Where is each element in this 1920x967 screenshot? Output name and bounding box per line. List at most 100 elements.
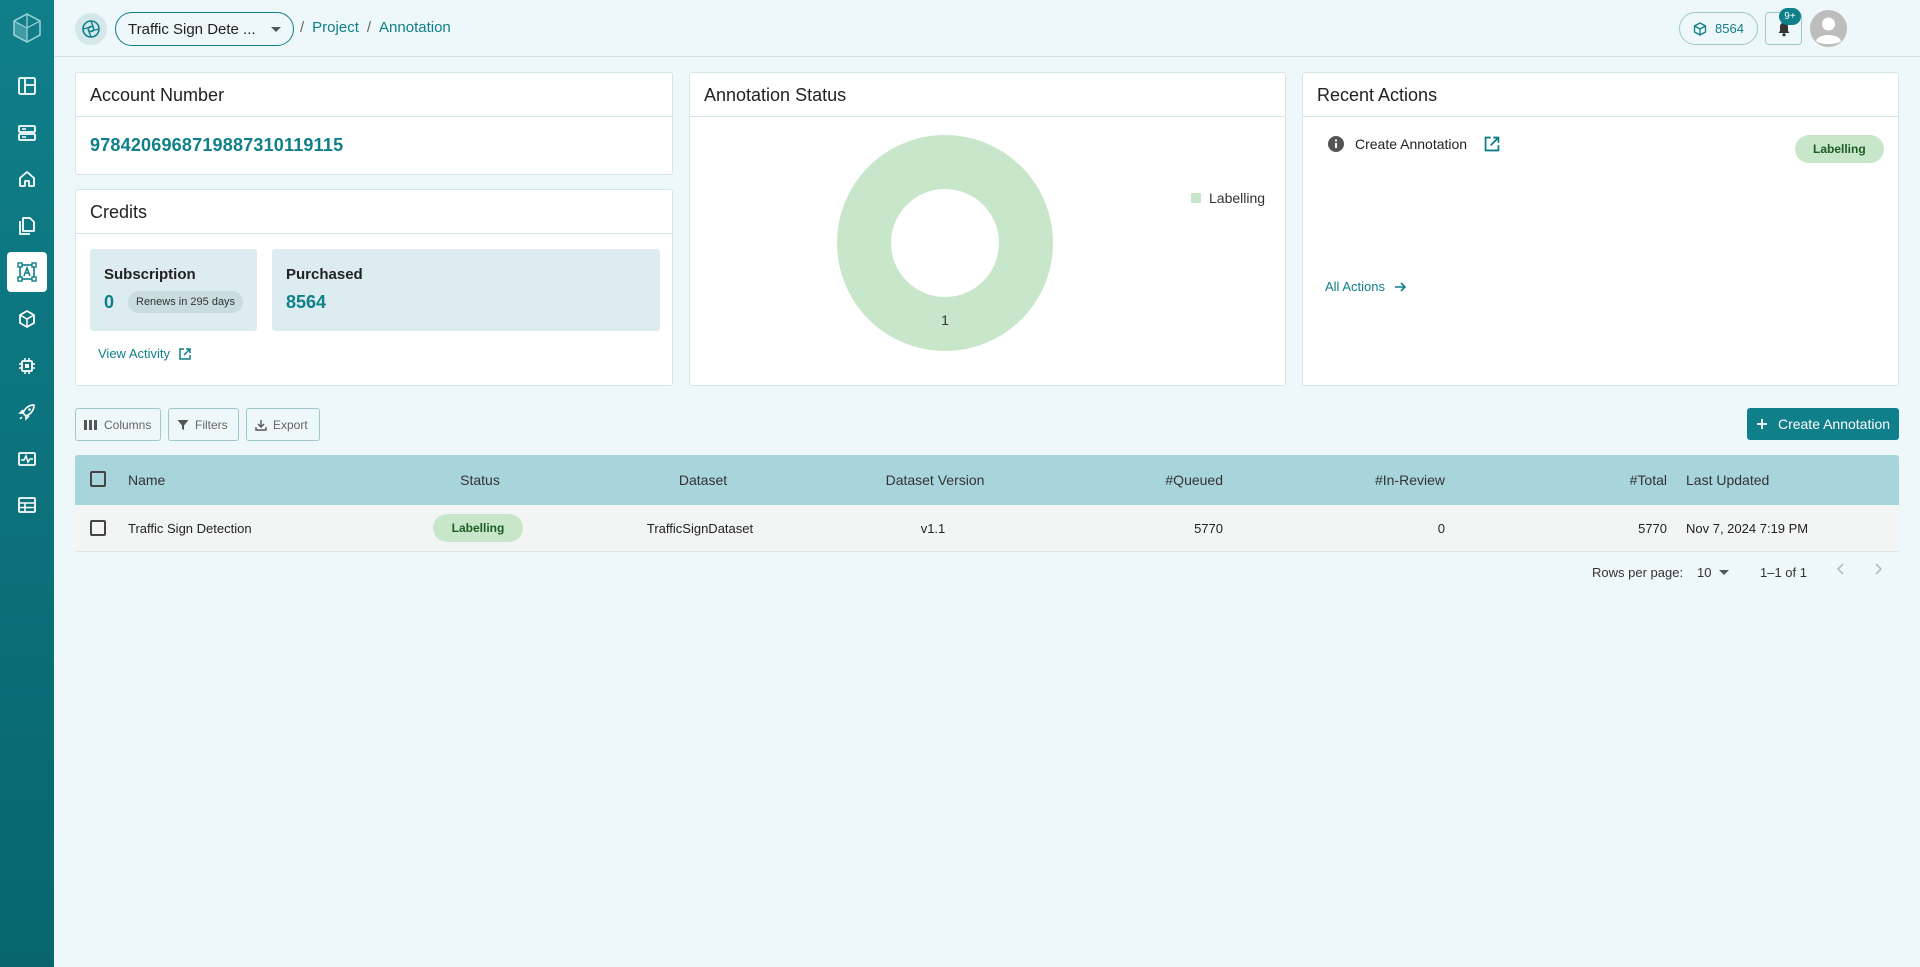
sidebar-item-home[interactable] bbox=[7, 159, 47, 199]
sidebar-item-files[interactable] bbox=[7, 206, 47, 246]
create-annotation-button[interactable]: Create Annotation bbox=[1747, 408, 1899, 440]
recent-action-status: Labelling bbox=[1795, 135, 1884, 163]
account-number-card: Account Number 9784206968719887310119115 bbox=[75, 72, 673, 175]
sidebar-item-chip[interactable] bbox=[7, 346, 47, 386]
project-selector-value: Traffic Sign Dete ... bbox=[128, 20, 256, 38]
renews-badge: Renews in 295 days bbox=[128, 291, 244, 313]
col-dataset[interactable]: Dataset bbox=[653, 455, 753, 505]
purchased-label: Purchased bbox=[286, 266, 363, 283]
breadcrumb-separator: / bbox=[366, 19, 372, 36]
aperture-icon bbox=[82, 20, 100, 38]
annotation-status-title: Annotation Status bbox=[690, 73, 1285, 117]
sidebar-item-deploy[interactable] bbox=[7, 392, 47, 432]
logo-icon bbox=[13, 13, 41, 43]
legend-label: Labelling bbox=[1209, 190, 1266, 206]
notification-badge: 9+ bbox=[1779, 8, 1801, 25]
sidebar-item-dashboard[interactable] bbox=[7, 66, 47, 106]
breadcrumb: / Project / Annotation bbox=[300, 19, 451, 36]
view-activity-label: View Activity bbox=[98, 346, 171, 361]
all-actions-label: All Actions bbox=[1325, 279, 1385, 294]
recent-action-label: Create Annotation bbox=[1355, 136, 1468, 152]
export-button[interactable]: Export bbox=[246, 408, 320, 441]
external-link-icon[interactable] bbox=[1483, 135, 1501, 153]
columns-button[interactable]: Columns bbox=[75, 408, 161, 441]
project-icon[interactable] bbox=[75, 13, 107, 45]
sidebar-item-layers[interactable] bbox=[7, 113, 47, 153]
credits-pill[interactable]: 8564 bbox=[1679, 12, 1758, 45]
info-icon bbox=[1328, 136, 1344, 152]
home-icon bbox=[19, 171, 35, 187]
external-link-icon bbox=[179, 347, 191, 360]
row-dataset-version: v1.1 bbox=[920, 520, 946, 536]
col-in-review[interactable]: #In-Review bbox=[1295, 455, 1445, 505]
chevron-left-icon bbox=[1836, 563, 1844, 575]
topbar: Traffic Sign Dete ... / Project / Annota… bbox=[54, 0, 1920, 57]
subscription-label: Subscription bbox=[104, 266, 196, 283]
select-all-checkbox[interactable] bbox=[90, 471, 106, 487]
row-dataset: TrafficSignDataset bbox=[646, 520, 754, 536]
credits-card: Credits Subscription 0 Renews in 295 day… bbox=[75, 189, 673, 386]
col-last-updated[interactable]: Last Updated bbox=[1686, 455, 1769, 505]
sidebar-item-annotation[interactable] bbox=[7, 252, 47, 292]
breadcrumb-project[interactable]: Project bbox=[312, 19, 359, 36]
table-icon bbox=[18, 497, 36, 513]
plus-icon bbox=[1756, 419, 1767, 429]
purchased-box: Purchased 8564 bbox=[272, 249, 660, 331]
recent-actions-card: Recent Actions Create Annotation Labelli… bbox=[1302, 72, 1899, 386]
col-queued[interactable]: #Queued bbox=[1075, 455, 1223, 505]
download-icon bbox=[255, 419, 267, 431]
sidebar-item-model[interactable] bbox=[7, 299, 47, 339]
filters-button[interactable]: Filters bbox=[168, 408, 239, 441]
donut-slice-labelling[interactable] bbox=[837, 135, 1053, 351]
breadcrumb-annotation[interactable]: Annotation bbox=[379, 19, 451, 36]
col-dataset-version[interactable]: Dataset Version bbox=[855, 455, 1015, 505]
subscription-box: Subscription 0 Renews in 295 days bbox=[90, 249, 257, 331]
row-checkbox[interactable] bbox=[90, 520, 106, 536]
recent-actions-title: Recent Actions bbox=[1303, 73, 1898, 117]
rows-per-page-select[interactable]: 10 bbox=[1697, 565, 1730, 580]
table-header: Name Status Dataset Dataset Version #Que… bbox=[75, 455, 1899, 505]
annotation-status-donut: 1 bbox=[837, 135, 1053, 351]
prev-page-button[interactable] bbox=[1835, 562, 1847, 576]
row-queued: 5770 bbox=[1194, 520, 1223, 536]
col-status[interactable]: Status bbox=[430, 455, 530, 505]
layers-icon bbox=[18, 125, 36, 141]
model-icon bbox=[19, 310, 35, 328]
view-activity-link[interactable]: View Activity bbox=[98, 346, 192, 361]
row-total: 5770 bbox=[1638, 520, 1667, 536]
columns-label: Columns bbox=[104, 417, 152, 432]
donut-legend: Labelling bbox=[1191, 190, 1265, 206]
annotation-status-card: Annotation Status 1 Labelling bbox=[689, 72, 1286, 386]
sidebar-item-table[interactable] bbox=[7, 485, 47, 525]
row-name[interactable]: Traffic Sign Detection bbox=[128, 505, 252, 551]
arrow-right-icon bbox=[1394, 281, 1407, 292]
col-total[interactable]: #Total bbox=[1515, 455, 1667, 505]
row-last-updated: Nov 7, 2024 7:19 PM bbox=[1686, 520, 1809, 536]
columns-icon bbox=[84, 419, 97, 430]
table-row[interactable]: Traffic Sign Detection Labelling Traffic… bbox=[75, 505, 1899, 552]
annotations-table: Name Status Dataset Dataset Version #Que… bbox=[75, 455, 1899, 552]
sidebar-item-monitor[interactable] bbox=[7, 439, 47, 479]
legend-swatch bbox=[1191, 193, 1201, 203]
cube-icon bbox=[1693, 21, 1707, 36]
avatar[interactable] bbox=[1810, 10, 1847, 47]
next-page-button[interactable] bbox=[1872, 562, 1884, 576]
project-selector[interactable]: Traffic Sign Dete ... bbox=[115, 12, 294, 46]
pagination-range: 1–1 of 1 bbox=[1760, 565, 1807, 580]
status-badge: Labelling bbox=[432, 514, 524, 542]
purchased-value: 8564 bbox=[286, 292, 327, 312]
row-in-review: 0 bbox=[1437, 520, 1445, 536]
donut-slice-label: 1 bbox=[941, 312, 949, 328]
create-annotation-label: Create Annotation bbox=[1777, 416, 1891, 432]
col-name[interactable]: Name bbox=[128, 455, 165, 505]
sidebar bbox=[0, 0, 54, 967]
subscription-value: 0 bbox=[104, 292, 115, 312]
user-icon bbox=[1810, 10, 1847, 47]
export-label: Export bbox=[273, 417, 308, 432]
rocket-icon bbox=[18, 404, 35, 421]
files-icon bbox=[19, 217, 35, 235]
rows-per-page-value: 10 bbox=[1697, 565, 1712, 580]
status-badge: Labelling bbox=[1795, 135, 1884, 163]
account-number-value: 9784206968719887310119115 bbox=[90, 135, 344, 155]
all-actions-link[interactable]: All Actions bbox=[1325, 279, 1407, 294]
